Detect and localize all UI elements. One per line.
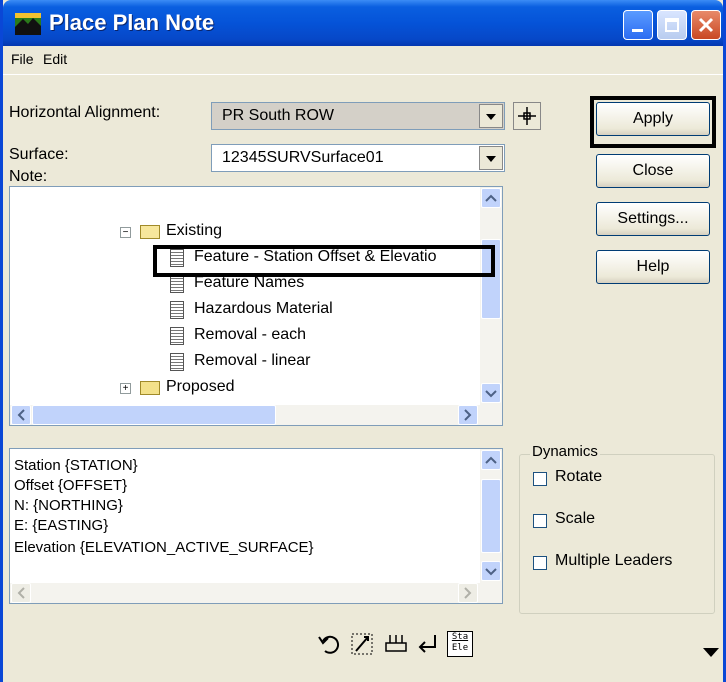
sta-label: Sta xyxy=(451,632,469,642)
note-line: E: {EASTING} xyxy=(14,517,109,534)
tree-item-existing[interactable]: − Existing xyxy=(10,221,480,245)
text-horizontal-scrollbar[interactable] xyxy=(10,583,502,603)
note-label: Note: xyxy=(9,168,48,185)
tree-horizontal-scrollbar[interactable] xyxy=(10,405,502,425)
app-icon xyxy=(15,13,41,35)
menu-edit[interactable]: Edit xyxy=(43,51,67,67)
close-button[interactable]: Close xyxy=(596,154,710,188)
settings-button[interactable]: Settings... xyxy=(596,202,710,236)
note-text-area[interactable]: Station {STATION} Offset {OFFSET} N: {NO… xyxy=(9,448,503,604)
selected-item-highlight xyxy=(153,245,495,277)
tree-label-proposed: Proposed xyxy=(166,378,235,395)
insert-field-icon[interactable] xyxy=(383,631,409,657)
scroll-down-button[interactable] xyxy=(481,561,501,581)
dynamics-title: Dynamics xyxy=(530,443,600,460)
multiple-leaders-checkbox[interactable] xyxy=(533,556,547,570)
minimize-button[interactable] xyxy=(623,10,653,40)
tree-label: Removal - linear xyxy=(194,352,311,369)
scroll-up-button[interactable] xyxy=(481,450,501,470)
expand-icon[interactable]: + xyxy=(120,383,131,394)
surface-value: 12345SURVSurface01 xyxy=(222,149,384,166)
text-vertical-scrollbar[interactable] xyxy=(480,449,502,583)
scale-checkbox[interactable] xyxy=(533,514,547,528)
scroll-thumb[interactable] xyxy=(481,479,501,553)
rotate-checkbox[interactable] xyxy=(533,472,547,486)
scale-label[interactable]: Scale xyxy=(555,510,595,528)
tree-label-existing: Existing xyxy=(166,222,223,239)
note-line: Station {STATION} xyxy=(14,457,138,474)
help-button[interactable]: Help xyxy=(596,250,710,284)
chevron-up-icon xyxy=(485,456,497,464)
ele-label: Ele xyxy=(451,643,469,653)
note-line: N: {NORTHING} xyxy=(14,497,123,514)
sta-ele-icon[interactable]: Sta Ele xyxy=(447,631,473,657)
horizontal-alignment-label: Horizontal Alignment: xyxy=(9,104,161,121)
close-window-button[interactable] xyxy=(691,10,721,40)
tree-vertical-scrollbar[interactable] xyxy=(480,187,502,405)
chevron-right-icon xyxy=(464,587,472,599)
scroll-right-button[interactable] xyxy=(458,405,478,425)
chevron-down-icon[interactable] xyxy=(479,104,503,128)
note-line: Offset {OFFSET} xyxy=(14,477,128,494)
dynamics-group xyxy=(519,454,715,614)
horizontal-alignment-select[interactable]: PR South ROW xyxy=(211,102,505,130)
menu-file[interactable]: File xyxy=(11,51,34,67)
note-icon xyxy=(170,275,184,293)
maximize-button[interactable] xyxy=(657,10,687,40)
window-title: Place Plan Note xyxy=(49,10,215,35)
scroll-down-button[interactable] xyxy=(481,383,501,403)
note-icon xyxy=(170,301,184,319)
surface-label: Surface: xyxy=(9,146,69,163)
note-line: Elevation {ELEVATION_ACTIVE_SURFACE} xyxy=(14,539,314,556)
chevron-up-icon xyxy=(485,194,497,202)
tree-item-hazardous-material[interactable]: Hazardous Material xyxy=(10,299,480,323)
collapse-icon[interactable]: − xyxy=(120,227,131,238)
folder-icon xyxy=(140,381,160,395)
tree-label: Hazardous Material xyxy=(194,300,333,317)
horizontal-alignment-value: PR South ROW xyxy=(222,107,335,124)
close-icon xyxy=(698,17,714,33)
place-plan-note-window: Place Plan Note File Edit Horizontal Ali… xyxy=(0,0,726,682)
pick-alignment-button[interactable] xyxy=(513,102,541,130)
crosshair-icon xyxy=(518,107,536,125)
tree-item-removal-each[interactable]: Removal - each xyxy=(10,325,480,349)
note-icon xyxy=(170,327,184,345)
tree-label: Removal - each xyxy=(194,326,307,343)
title-bar[interactable]: Place Plan Note xyxy=(3,0,723,46)
chevron-down-icon xyxy=(485,390,497,398)
rotate-label[interactable]: Rotate xyxy=(555,468,602,486)
surface-select[interactable]: 12345SURVSurface01 xyxy=(211,144,505,172)
scroll-thumb[interactable] xyxy=(32,405,276,425)
chevron-left-icon xyxy=(17,409,25,421)
scroll-left-button[interactable] xyxy=(11,405,31,425)
undo-icon[interactable] xyxy=(317,631,343,657)
rotate-text-icon[interactable] xyxy=(349,631,375,657)
expand-dialog-icon[interactable] xyxy=(703,648,719,657)
chevron-left-icon xyxy=(17,587,25,599)
chevron-right-icon xyxy=(464,409,472,421)
tree-item-proposed[interactable]: + Proposed xyxy=(10,377,480,401)
chevron-down-icon xyxy=(485,568,497,576)
note-icon xyxy=(170,353,184,371)
multiple-leaders-label[interactable]: Multiple Leaders xyxy=(555,552,672,570)
menu-bar: File Edit xyxy=(3,46,723,75)
apply-highlight xyxy=(590,96,716,148)
chevron-down-icon[interactable] xyxy=(479,146,503,170)
tree-item-removal-linear[interactable]: Removal - linear xyxy=(10,351,480,375)
note-tree[interactable]: − Existing Feature - Station Offset & El… xyxy=(9,186,503,426)
maximize-icon xyxy=(665,18,679,32)
return-icon[interactable] xyxy=(415,631,441,657)
minimize-icon xyxy=(632,29,643,32)
scroll-up-button[interactable] xyxy=(481,188,501,208)
scroll-right-button[interactable] xyxy=(458,583,478,603)
folder-open-icon xyxy=(140,225,160,239)
scroll-left-button[interactable] xyxy=(11,583,31,603)
